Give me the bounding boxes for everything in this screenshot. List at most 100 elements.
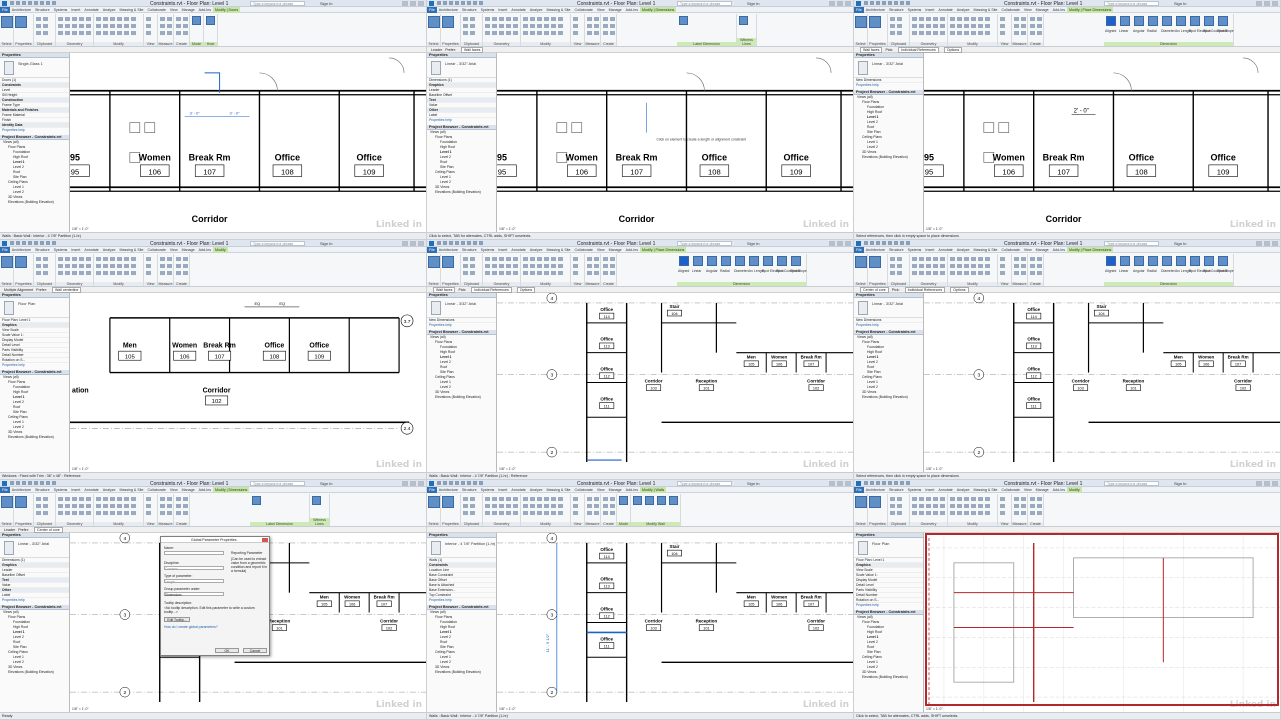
radial-button[interactable] bbox=[1148, 256, 1158, 266]
tool-icon[interactable] bbox=[96, 24, 101, 28]
tool-icon[interactable] bbox=[978, 497, 983, 501]
tool-icon[interactable] bbox=[933, 264, 938, 268]
tool-icon[interactable] bbox=[103, 257, 108, 261]
tool-icon[interactable] bbox=[957, 17, 962, 21]
tool-icon[interactable] bbox=[65, 257, 70, 261]
tool-icon[interactable] bbox=[933, 257, 938, 261]
ok-button[interactable]: OK bbox=[215, 648, 239, 653]
tool-icon[interactable] bbox=[912, 504, 917, 508]
tool-icon[interactable] bbox=[544, 271, 549, 275]
tool-icon[interactable] bbox=[573, 24, 578, 28]
tool-icon[interactable] bbox=[110, 497, 115, 501]
tool-icon[interactable] bbox=[131, 17, 136, 21]
view-scale-control[interactable]: 1/8" = 1'-0" bbox=[499, 707, 516, 711]
qat-icon[interactable] bbox=[28, 241, 32, 245]
tool-icon[interactable] bbox=[167, 504, 172, 508]
qat-icon[interactable] bbox=[906, 481, 910, 485]
qat-icon[interactable] bbox=[864, 481, 868, 485]
tool-icon[interactable] bbox=[470, 497, 475, 501]
tool-icon[interactable] bbox=[957, 271, 962, 275]
tool-icon[interactable] bbox=[587, 24, 592, 28]
properties-help-link[interactable]: Properties help bbox=[427, 323, 496, 328]
qat-icon[interactable] bbox=[10, 241, 14, 245]
tool-icon[interactable] bbox=[176, 271, 181, 275]
tool-icon[interactable] bbox=[610, 264, 615, 268]
sign-in-link[interactable]: Sign In bbox=[747, 1, 759, 6]
sign-in-link[interactable]: Sign In bbox=[320, 241, 332, 246]
tool-icon[interactable] bbox=[523, 497, 528, 501]
tool-icon[interactable] bbox=[485, 497, 490, 501]
tool-icon[interactable] bbox=[964, 511, 969, 515]
tool-icon[interactable] bbox=[558, 24, 563, 28]
tool-icon[interactable] bbox=[103, 264, 108, 268]
tool-icon[interactable] bbox=[79, 497, 84, 501]
tool-icon[interactable] bbox=[926, 17, 931, 21]
tool-icon[interactable] bbox=[513, 257, 518, 261]
tool-icon[interactable] bbox=[950, 257, 955, 261]
modify-tool-button[interactable] bbox=[428, 16, 440, 28]
modify-tool-button[interactable] bbox=[428, 496, 440, 508]
tool-icon[interactable] bbox=[117, 511, 122, 515]
tool-icon[interactable] bbox=[1014, 504, 1019, 508]
type-selector[interactable]: Linear - 3/32" Arial bbox=[427, 298, 496, 318]
tool-icon[interactable] bbox=[43, 31, 48, 35]
close-icon[interactable] bbox=[1272, 1, 1278, 6]
qat-icon[interactable] bbox=[906, 1, 910, 5]
tool-icon[interactable] bbox=[124, 271, 129, 275]
tool-icon[interactable] bbox=[146, 271, 151, 275]
tool-icon[interactable] bbox=[890, 511, 895, 515]
floor-plan-view[interactable] bbox=[924, 533, 1280, 712]
tool-icon[interactable] bbox=[1014, 511, 1019, 515]
tool-icon[interactable] bbox=[160, 24, 165, 28]
tool-icon[interactable] bbox=[950, 24, 955, 28]
tool-icon[interactable] bbox=[523, 504, 528, 508]
tool-icon[interactable] bbox=[978, 17, 983, 21]
tool-icon[interactable] bbox=[124, 24, 129, 28]
qat-icon[interactable] bbox=[461, 1, 465, 5]
tool-icon[interactable] bbox=[176, 24, 181, 28]
tool-icon[interactable] bbox=[492, 511, 497, 515]
properties-button[interactable] bbox=[15, 496, 27, 508]
revit-app-icon[interactable] bbox=[856, 481, 861, 486]
tool-icon[interactable] bbox=[897, 24, 902, 28]
drawing-area[interactable]: Office 114 Office 113 Office 112 Office 111 Stai… bbox=[924, 293, 1280, 472]
qat-icon[interactable] bbox=[437, 241, 441, 245]
tool-icon[interactable] bbox=[103, 31, 108, 35]
tool-icon[interactable] bbox=[86, 271, 91, 275]
tool-icon[interactable] bbox=[985, 257, 990, 261]
tool-icon[interactable] bbox=[485, 504, 490, 508]
tool-icon[interactable] bbox=[594, 264, 599, 268]
qat-icon[interactable] bbox=[900, 481, 904, 485]
tool-icon[interactable] bbox=[926, 31, 931, 35]
tool-icon[interactable] bbox=[463, 264, 468, 268]
linear-button[interactable] bbox=[1120, 256, 1130, 266]
tool-icon[interactable] bbox=[890, 504, 895, 508]
tool-icon[interactable] bbox=[1021, 497, 1026, 501]
revit-app-icon[interactable] bbox=[429, 1, 434, 6]
tool-icon[interactable] bbox=[146, 24, 151, 28]
search-input[interactable]: Type a keyword or phrase bbox=[1104, 481, 1159, 486]
tool-icon[interactable] bbox=[957, 31, 962, 35]
tool-icon[interactable] bbox=[463, 271, 468, 275]
drawing-area[interactable]: 95 95 Women 106 Break Rm 107 Office 108 Office 10… bbox=[497, 53, 853, 232]
tool-icon[interactable] bbox=[72, 271, 77, 275]
angular-button[interactable] bbox=[1134, 256, 1144, 266]
tool-icon[interactable] bbox=[1014, 271, 1019, 275]
type-selector[interactable]: Linear - 3/32" Arial bbox=[0, 538, 69, 558]
tool-icon[interactable] bbox=[926, 497, 931, 501]
tool-icon[interactable] bbox=[1000, 17, 1005, 21]
qat-icon[interactable] bbox=[473, 241, 477, 245]
revit-app-icon[interactable] bbox=[2, 1, 7, 6]
tool-icon[interactable] bbox=[485, 31, 490, 35]
tool-icon[interactable] bbox=[610, 497, 615, 501]
tool-icon[interactable] bbox=[146, 257, 151, 261]
tool-icon[interactable] bbox=[594, 271, 599, 275]
view-scale-control[interactable]: 1/8" = 1'-0" bbox=[72, 227, 89, 231]
qat-icon[interactable] bbox=[34, 1, 38, 5]
tool-icon[interactable] bbox=[470, 31, 475, 35]
cancel-button[interactable]: Cancel bbox=[243, 648, 267, 653]
maximize-icon[interactable] bbox=[837, 241, 843, 246]
tool-icon[interactable] bbox=[933, 17, 938, 21]
tool-icon[interactable] bbox=[103, 504, 108, 508]
tool-icon[interactable] bbox=[594, 257, 599, 261]
